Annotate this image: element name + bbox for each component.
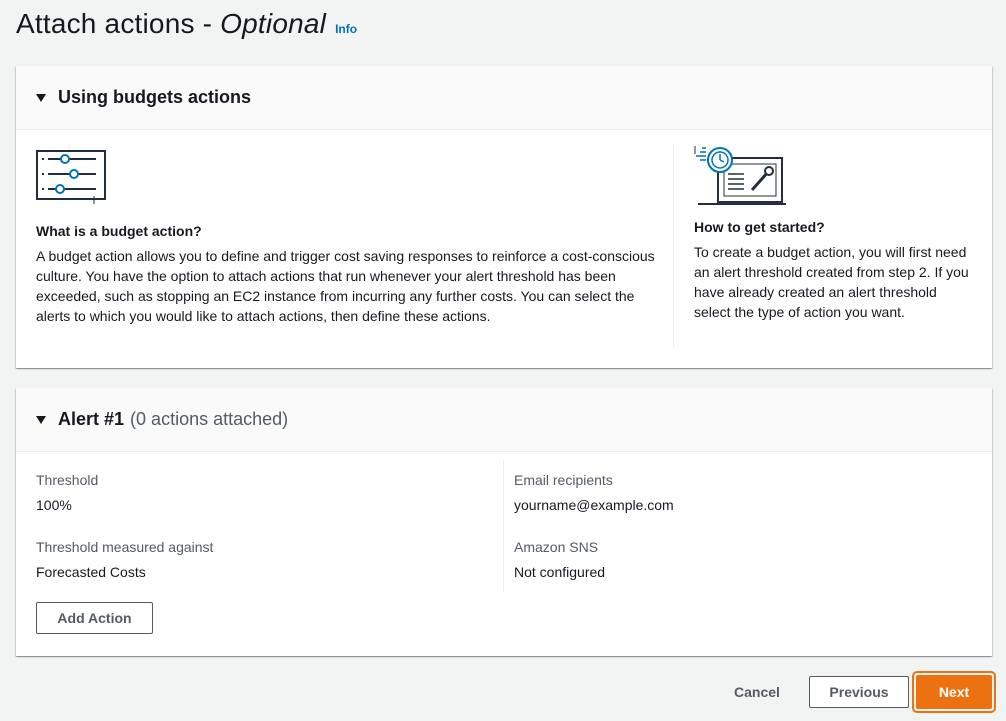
threshold-label: Threshold	[36, 472, 99, 488]
threshold-value: 100%	[36, 497, 72, 513]
get-started-text: To create a budget action, you will firs…	[694, 244, 969, 320]
email-value: yourname@example.com	[514, 497, 674, 513]
previous-button[interactable]: Previous	[809, 676, 909, 708]
cancel-button[interactable]: Cancel	[722, 676, 792, 708]
what-is-heading: What is a budget action?	[36, 223, 202, 239]
sliders-icon	[36, 150, 106, 204]
measured-value: Forecasted Costs	[36, 564, 146, 580]
email-label: Email recipients	[514, 472, 613, 488]
column-divider	[673, 144, 674, 348]
what-is-text: A budget action allows you to define and…	[36, 248, 655, 324]
alert-subtitle: (0 actions attached)	[130, 409, 289, 429]
page-title-main: Attach actions -	[16, 8, 221, 39]
get-started-column: How to get started? To create a budget a…	[694, 144, 974, 322]
alert-title: Alert #1	[58, 409, 125, 429]
caret-down-icon	[36, 93, 46, 102]
add-action-button[interactable]: Add Action	[36, 602, 153, 634]
budgets-actions-body: What is a budget action? A budget action…	[16, 130, 992, 368]
page-title-optional: Optional	[220, 8, 327, 39]
budgets-actions-panel: Using budgets actions What is a budget a…	[16, 66, 992, 368]
sns-value: Not configured	[514, 564, 606, 580]
email-field: Email recipients yourname@example.com	[514, 472, 674, 513]
sns-field: Amazon SNS Not configured	[514, 539, 605, 580]
page-title: Attach actions - Optional	[16, 8, 326, 40]
get-started-heading: How to get started?	[694, 219, 825, 235]
budgets-actions-header[interactable]: Using budgets actions	[16, 66, 992, 130]
what-is-column: What is a budget action? A budget action…	[36, 150, 656, 326]
threshold-field: Threshold 100%	[36, 472, 98, 513]
alert-body: Threshold 100% Threshold measured agains…	[16, 452, 992, 656]
alert-panel: Alert #1 (0 actions attached) Threshold …	[16, 388, 992, 656]
alert-header[interactable]: Alert #1 (0 actions attached)	[16, 388, 992, 452]
alert-column-divider	[503, 460, 504, 592]
sns-label: Amazon SNS	[514, 539, 599, 555]
next-button[interactable]: Next	[916, 675, 992, 709]
budgets-actions-title: Using budgets actions	[58, 87, 252, 107]
caret-down-icon	[36, 415, 46, 424]
measured-field: Threshold measured against Forecasted Co…	[36, 539, 213, 580]
page-header: Attach actions - Optional Info	[16, 8, 357, 40]
laptop-wrench-icon	[694, 146, 786, 205]
measured-label: Threshold measured against	[36, 539, 214, 555]
info-link[interactable]: Info	[335, 22, 357, 36]
